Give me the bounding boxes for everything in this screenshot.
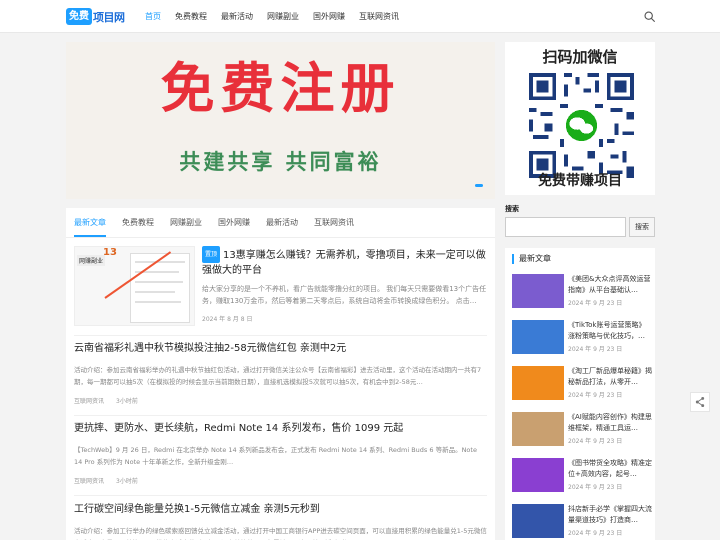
article-excerpt: 给大家分享的是一个不养机，看广告就能零撸分红的项目。 我们每天只需要做看13个广…: [202, 285, 487, 305]
tab-free-tutorials[interactable]: 免费教程: [122, 208, 154, 237]
qr-caption: 免费带赚项目: [538, 173, 622, 189]
share-icon[interactable]: [690, 392, 710, 412]
article-item[interactable]: 工行碳空间绿色能量兑换1-5元微信立减金 亲测5元秒到 活动介绍：参加工行举办的…: [74, 503, 487, 540]
latest-item-thumbnail[interactable]: [512, 274, 564, 308]
search-button[interactable]: 搜索: [629, 217, 655, 237]
tab-side-jobs[interactable]: 网赚副业: [170, 208, 202, 237]
banner-slogan: 共建共享 共同富裕: [179, 150, 382, 174]
thumb-number: 13: [103, 247, 117, 258]
nav-latest-activities[interactable]: 最新活动: [214, 0, 260, 33]
latest-item-date: 2024 年 9 月 23 日: [568, 392, 623, 399]
latest-item[interactable]: 《淘工厂新品爆单秘籍》揭秘新品打法，从零开… 2024 年 9 月 23 日: [512, 366, 652, 402]
latest-item[interactable]: 《AI赋能内容创作》构建思维框架，精通工具运… 2024 年 9 月 23 日: [512, 412, 652, 448]
qr-title: 扫码加微信: [542, 48, 618, 66]
thumb-category-tag: 网赚副业: [77, 255, 106, 266]
latest-item-title[interactable]: 《TikTok账号运营策略》涨粉策略与优化技巧，…: [568, 320, 652, 342]
site-header: 免费 项目网 首页 免费教程 最新活动 网赚副业 国外网赚 互联网资讯: [0, 0, 720, 33]
latest-item-title[interactable]: 《淘工厂新品爆单秘籍》揭秘新品打法，从零开…: [568, 366, 652, 388]
tab-internet-news[interactable]: 互联网资讯: [314, 208, 354, 237]
site-logo[interactable]: 免费 项目网: [66, 7, 125, 26]
tab-latest[interactable]: 最新文章: [74, 208, 106, 237]
article-item[interactable]: 云南省福彩礼遇中秋节模拟投注抽2-58元微信红包 亲测中2元 活动介绍：参加云南…: [74, 342, 487, 405]
article-meta: 互联网资讯 3小时前: [74, 476, 487, 485]
phone-mockup: [130, 253, 190, 323]
article-item[interactable]: 更抗摔、更防水、更长续航，Redmi Note 14 系列发布，售价 1099 …: [74, 422, 487, 485]
article-excerpt: 活动介绍：参加云南省福彩举办的礼遇中秋节抽红包活动，通过打开微信关注公众号【云南…: [74, 366, 482, 386]
article-tabs: 最新文章 免费教程 网赚副业 国外网赚 最新活动 互联网资讯: [66, 208, 495, 238]
latest-item[interactable]: 《图书带货全攻略》精准定位+高效内容，起号… 2024 年 9 月 23 日: [512, 458, 652, 494]
latest-item[interactable]: 抖店新手必学《掌握四大流量渠道技巧》打造商… 2024 年 9 月 23 日: [512, 504, 652, 540]
article-title-link[interactable]: 置顶 13惠享赚怎么赚钱？无需养机，零撸项目，未来一定可以做强做大的平台: [202, 246, 487, 278]
tab-activities[interactable]: 最新活动: [266, 208, 298, 237]
article-time: 3小时前: [116, 398, 138, 405]
banner-headline: 免费注册: [160, 57, 401, 120]
logo-text: 项目网: [93, 10, 125, 24]
article-category[interactable]: 互联网资讯: [74, 398, 104, 405]
article-time: 3小时前: [116, 478, 138, 485]
main-nav: 首页 免费教程 最新活动 网赚副业 国外网赚 互联网资讯: [138, 0, 406, 33]
latest-item-thumbnail[interactable]: [512, 320, 564, 354]
divider: [74, 495, 487, 496]
article-list-panel: 最新文章 免费教程 网赚副业 国外网赚 最新活动 互联网资讯 13 网赚副业 置…: [66, 208, 495, 540]
divider: [74, 415, 487, 416]
nav-internet-news[interactable]: 互联网资讯: [352, 0, 406, 33]
sidebar-search: 搜索 搜索: [505, 204, 655, 240]
nav-home[interactable]: 首页: [138, 0, 168, 33]
article-category[interactable]: 互联网资讯: [74, 478, 104, 485]
nav-overseas[interactable]: 国外网赚: [306, 0, 352, 33]
latest-item-date: 2024 年 9 月 23 日: [568, 346, 623, 353]
qr-code-image: [525, 69, 638, 182]
latest-item-thumbnail[interactable]: [512, 412, 564, 446]
latest-item-date: 2024 年 9 月 23 日: [568, 484, 623, 491]
pinned-badge: 置顶: [202, 246, 221, 263]
latest-item[interactable]: 《美团&大众点评高效运营指南》从平台基础认… 2024 年 9 月 23 日: [512, 274, 652, 310]
latest-item-title[interactable]: 《AI赋能内容创作》构建思维框架，精通工具运…: [568, 412, 652, 434]
latest-item-title[interactable]: 《美团&大众点评高效运营指南》从平台基础认…: [568, 274, 652, 296]
article-item[interactable]: 13 网赚副业 置顶 13惠享赚怎么赚钱？无需养机，零撸项目，未来一定可以做强做大…: [74, 246, 487, 332]
carousel-indicator[interactable]: [475, 184, 483, 187]
article-excerpt: 活动介绍：参加工行举办的绿色碳索惑回馈兑立减金活动，通过打开中国工商银行APP进…: [74, 527, 487, 540]
search-label: 搜索: [505, 205, 519, 213]
article-excerpt: 【TechWeb】9 月 26 日，Redmi 在北京举办 Note 14 系列…: [74, 446, 477, 466]
latest-articles-widget: 最新文章 《美团&大众点评高效运营指南》从平台基础认… 2024 年 9 月 2…: [505, 248, 655, 540]
latest-item-thumbnail[interactable]: [512, 504, 564, 538]
latest-item-title[interactable]: 抖店新手必学《掌握四大流量渠道技巧》打造商…: [568, 504, 652, 526]
nav-side-jobs[interactable]: 网赚副业: [260, 0, 306, 33]
article-title: 13惠享赚怎么赚钱？无需养机，零撸项目，未来一定可以做强做大的平台: [202, 250, 486, 276]
latest-item[interactable]: 《TikTok账号运营策略》涨粉策略与优化技巧，… 2024 年 9 月 23 …: [512, 320, 652, 356]
latest-item-thumbnail[interactable]: [512, 458, 564, 492]
latest-item-thumbnail[interactable]: [512, 366, 564, 400]
nav-free-tutorials[interactable]: 免费教程: [168, 0, 214, 33]
hero-banner[interactable]: 免费注册 共建共享 共同富裕: [66, 42, 495, 199]
article-date: 2024 年 8 月 8 日: [202, 316, 253, 323]
article-title[interactable]: 更抗摔、更防水、更长续航，Redmi Note 14 系列发布，售价 1099 …: [74, 422, 487, 436]
article-title[interactable]: 工行碳空间绿色能量兑换1-5元微信立减金 亲测5元秒到: [74, 503, 487, 517]
wechat-qr-panel: 扫码加微信 免费带赚项目: [505, 42, 655, 195]
widget-title: 最新文章: [512, 254, 551, 264]
search-input[interactable]: [505, 217, 626, 237]
logo-mark: 免费: [66, 8, 92, 25]
divider: [74, 335, 487, 336]
tab-overseas[interactable]: 国外网赚: [218, 208, 250, 237]
search-icon[interactable]: [643, 10, 656, 23]
article-meta: 互联网资讯 3小时前: [74, 396, 487, 405]
latest-item-date: 2024 年 9 月 23 日: [568, 438, 623, 445]
latest-item-date: 2024 年 9 月 23 日: [568, 530, 623, 537]
article-title[interactable]: 云南省福彩礼遇中秋节模拟投注抽2-58元微信红包 亲测中2元: [74, 342, 487, 356]
article-thumbnail[interactable]: 13 网赚副业: [74, 246, 195, 326]
latest-item-title[interactable]: 《图书带货全攻略》精准定位+高效内容，起号…: [568, 458, 652, 480]
latest-item-date: 2024 年 9 月 23 日: [568, 300, 623, 307]
